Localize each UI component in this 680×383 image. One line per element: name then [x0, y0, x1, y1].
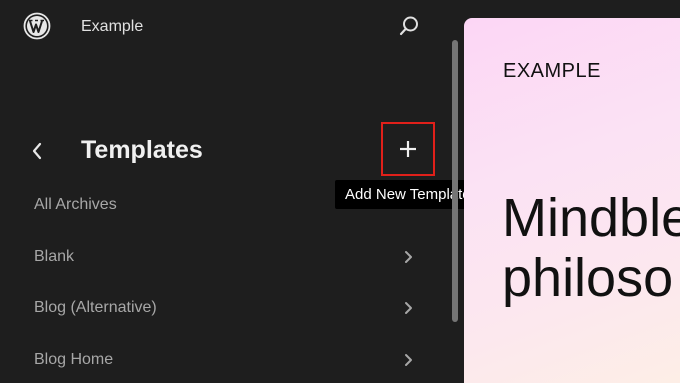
search-icon — [399, 16, 418, 36]
wordpress-logo-icon[interactable] — [23, 12, 51, 40]
template-item-label: Blog (Alternative) — [34, 299, 157, 316]
back-button[interactable] — [26, 138, 48, 164]
template-item-blank[interactable]: Blank — [34, 242, 424, 272]
preview-heading-line-2: philoso — [502, 248, 674, 308]
search-button[interactable] — [396, 13, 422, 39]
template-item-blog-home[interactable]: Blog Home — [34, 345, 424, 375]
chevron-right-icon — [405, 251, 412, 263]
site-editor-sidebar: Example Templates Add New Template All A… — [0, 0, 481, 383]
template-item-label: Blank — [34, 248, 75, 265]
chevron-left-icon — [32, 142, 42, 160]
sidebar-scrollbar[interactable] — [452, 40, 458, 322]
preview-heading: Mindble philoso — [502, 188, 680, 308]
chevron-right-icon — [405, 354, 412, 366]
add-new-template-button[interactable] — [381, 122, 435, 176]
site-name[interactable]: Example — [81, 18, 143, 36]
chevron-right-icon — [405, 302, 412, 314]
template-item-all-archives[interactable]: All Archives — [34, 190, 424, 220]
plus-icon — [400, 141, 416, 157]
template-item-label: Blog Home — [34, 351, 114, 368]
preview-site-title: EXAMPLE — [503, 60, 601, 82]
preview-heading-line-1: Mindble — [502, 188, 680, 248]
template-item-label: All Archives — [34, 196, 117, 213]
page-title: Templates — [81, 136, 203, 164]
template-item-blog-alternative[interactable]: Blog (Alternative) — [34, 293, 424, 323]
site-preview[interactable]: EXAMPLE Mindble philoso — [464, 18, 680, 383]
